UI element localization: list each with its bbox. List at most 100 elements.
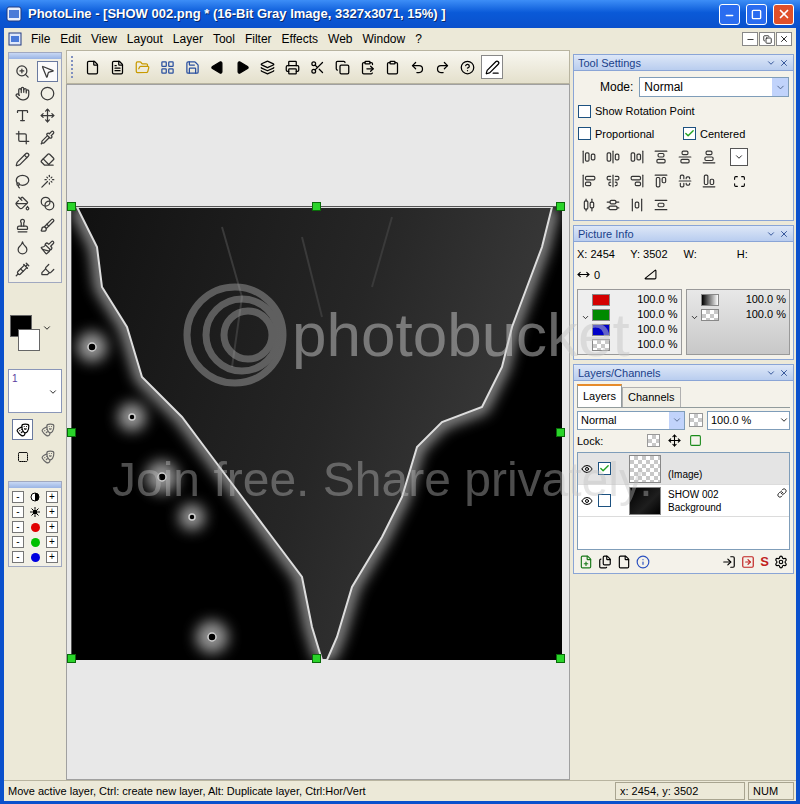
panel-header[interactable]: Picture Info (574, 226, 793, 242)
tool-button[interactable] (37, 193, 58, 214)
tool-button[interactable] (37, 127, 58, 148)
panel-grip[interactable] (9, 482, 61, 488)
toolbar-button[interactable] (281, 55, 303, 79)
layer-row[interactable]: SHOW 002Background (578, 485, 789, 517)
tool-button[interactable] (37, 105, 58, 126)
increase-button[interactable]: + (46, 551, 58, 563)
resize-handle[interactable] (556, 202, 565, 211)
link-icon[interactable] (777, 488, 787, 498)
background-color[interactable] (18, 329, 40, 351)
layer-row[interactable]: (Image) (578, 453, 789, 485)
toolbar-button[interactable] (131, 55, 153, 79)
layer-checkbox[interactable] (598, 494, 611, 507)
menu-item[interactable]: Filter (240, 30, 277, 48)
increase-button[interactable]: + (46, 536, 58, 548)
channel-row[interactable]: 100.0 % (592, 323, 678, 336)
title-bar[interactable]: PhotoLine - [SHOW 002.png * (16-Bit Gray… (0, 0, 800, 28)
visibility-icon[interactable] (581, 495, 593, 507)
align-button[interactable] (604, 196, 622, 214)
toolbar-button[interactable] (431, 55, 453, 79)
align-button[interactable] (652, 172, 670, 190)
menu-item[interactable]: Layout (122, 30, 168, 48)
visibility-icon[interactable] (581, 463, 593, 475)
tool-button[interactable] (37, 83, 58, 104)
centered-checkbox[interactable] (683, 127, 696, 140)
mode-select[interactable]: Normal (639, 77, 789, 97)
tool-button[interactable] (12, 83, 33, 104)
align-center-button[interactable] (730, 172, 748, 190)
checkbox-label[interactable]: Proportional (595, 126, 679, 143)
mode-button[interactable] (12, 446, 33, 467)
image[interactable] (71, 206, 561, 659)
layer-checkbox[interactable] (598, 462, 611, 475)
export-icon[interactable] (741, 555, 755, 569)
tool-button[interactable] (12, 171, 33, 192)
panel-header[interactable]: Tool Settings (574, 55, 793, 71)
proportional-checkbox[interactable] (578, 127, 591, 140)
toolbar-button[interactable] (106, 55, 128, 79)
expand-icon[interactable] (690, 313, 699, 322)
channel-row[interactable]: 100.0 % (592, 293, 678, 306)
tool-button[interactable] (37, 61, 58, 82)
decrease-button[interactable]: - (12, 551, 24, 563)
checkbox-label[interactable]: Show Rotation Point (595, 103, 695, 120)
collapse-icon[interactable] (766, 368, 776, 378)
toolbar-button[interactable] (481, 55, 503, 79)
menu-item[interactable]: File (26, 30, 55, 48)
increase-button[interactable]: + (46, 521, 58, 533)
align-button[interactable] (604, 172, 622, 190)
tool-button[interactable] (37, 237, 58, 258)
toolbar-button[interactable] (156, 55, 178, 79)
tab[interactable]: Layers (577, 384, 622, 407)
increase-button[interactable]: + (46, 506, 58, 518)
align-button[interactable] (580, 172, 598, 190)
align-menu-button[interactable] (730, 148, 748, 166)
channel-row[interactable]: 100.0 % (592, 308, 678, 321)
decrease-button[interactable]: - (12, 491, 24, 503)
settings-icon[interactable] (774, 555, 788, 569)
resize-handle[interactable] (312, 202, 321, 211)
close-icon[interactable] (779, 58, 789, 68)
tab[interactable]: Channels (622, 387, 680, 407)
menu-item[interactable]: Edit (55, 30, 86, 48)
toolbar-grip[interactable] (71, 56, 74, 78)
align-button[interactable] (676, 172, 694, 190)
align-button[interactable] (652, 196, 670, 214)
menu-item[interactable]: Tool (208, 30, 240, 48)
maximize-button[interactable] (746, 4, 767, 25)
channel-row[interactable]: 100.0 % (701, 293, 787, 306)
mask-button[interactable] (37, 419, 58, 440)
decrease-button[interactable]: - (12, 506, 24, 518)
toolbar-button[interactable] (356, 55, 378, 79)
mdi-minimize-button[interactable] (742, 32, 758, 46)
toolbar-button[interactable] (81, 55, 103, 79)
toolbar-button[interactable] (331, 55, 353, 79)
mode-button[interactable] (37, 446, 58, 467)
menu-item[interactable]: Web (323, 30, 357, 48)
tool-button[interactable] (37, 149, 58, 170)
layer-icon[interactable] (617, 555, 631, 569)
mdi-close-button[interactable] (776, 32, 792, 46)
toolbar-button[interactable] (381, 55, 403, 79)
toolbar-button[interactable] (406, 55, 428, 79)
toolbar-button[interactable] (256, 55, 278, 79)
new-layer-icon[interactable] (579, 555, 593, 569)
tool-button[interactable] (12, 149, 33, 170)
opacity-field[interactable]: 100.0 % (707, 411, 790, 430)
document-icon[interactable] (8, 32, 22, 46)
resize-handle[interactable] (556, 654, 565, 663)
tool-button[interactable] (12, 193, 33, 214)
tool-button[interactable] (12, 105, 33, 126)
menu-item[interactable]: View (86, 30, 122, 48)
toolbar-button[interactable] (306, 55, 328, 79)
resize-handle[interactable] (556, 428, 565, 437)
panel-header[interactable]: Layers/Channels (574, 365, 793, 381)
tool-button[interactable] (37, 259, 58, 280)
menu-item[interactable]: Layer (168, 30, 208, 48)
channel-row[interactable]: 100.0 % (701, 308, 787, 321)
import-icon[interactable] (722, 555, 736, 569)
lock-position-icon[interactable] (668, 434, 681, 447)
menu-item[interactable]: Window (358, 30, 411, 48)
align-button[interactable] (604, 148, 622, 166)
align-button[interactable] (628, 172, 646, 190)
